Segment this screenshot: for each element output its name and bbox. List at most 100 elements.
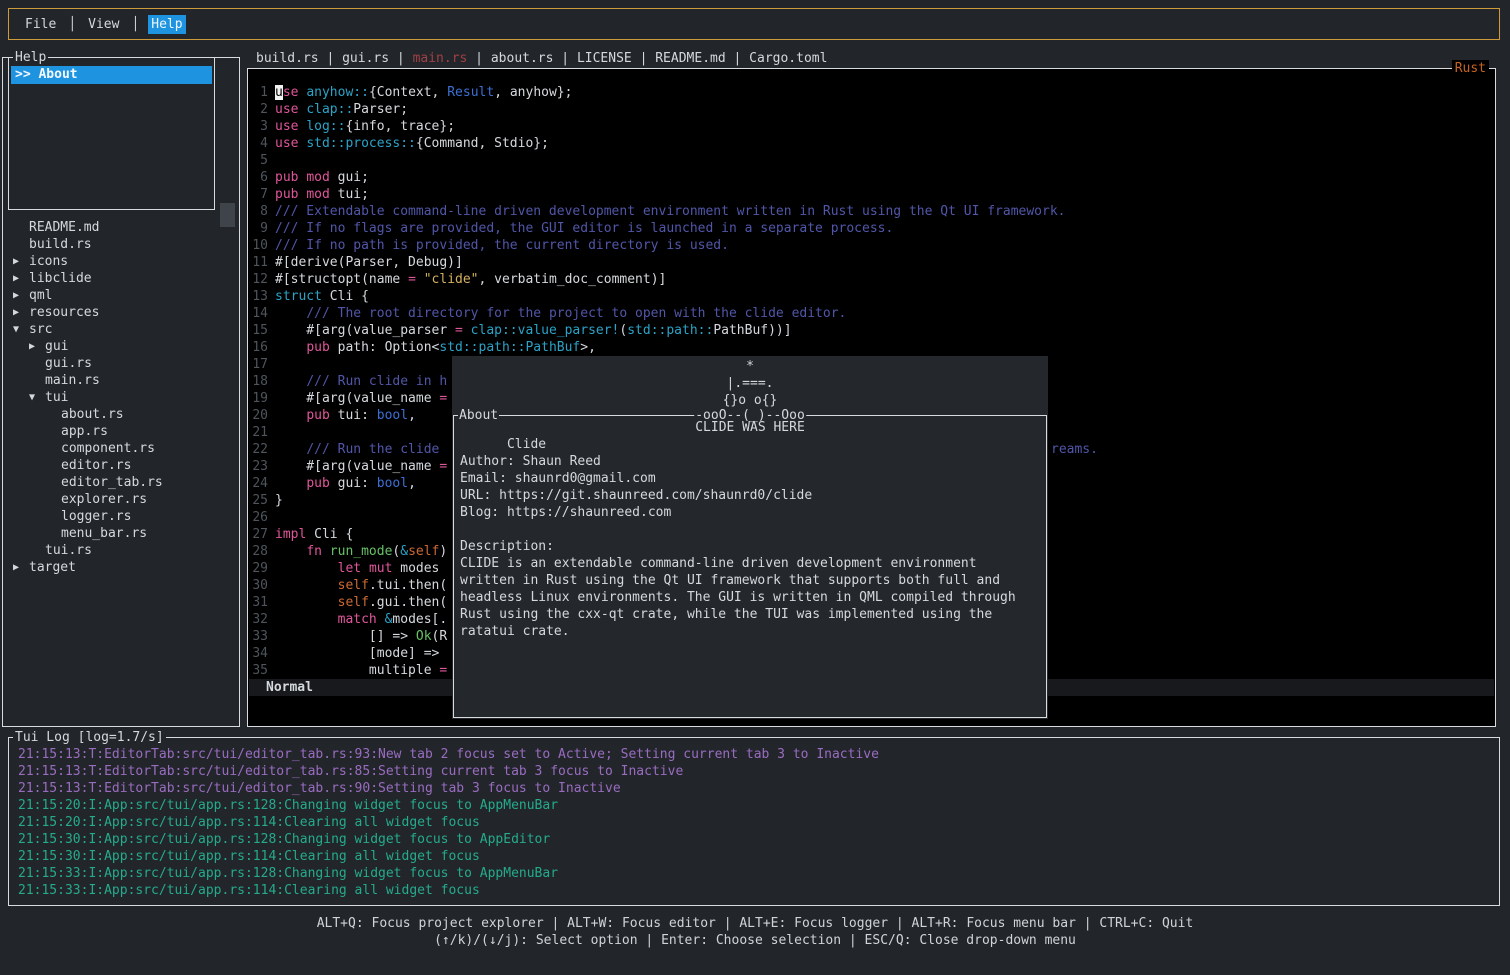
tree-item-editor-rs[interactable]: editor.rs (3, 457, 239, 474)
about-body-line: URL: https://git.shaunreed.com/shaunrd0/… (460, 487, 1046, 504)
log-entry: 21:15:13:T:EditorTab:src/tui/editor_tab.… (18, 763, 1499, 780)
log-entry: 21:15:13:T:EditorTab:src/tui/editor_tab.… (18, 780, 1499, 797)
tree-item-label: logger.rs (61, 509, 131, 524)
line-number: 21 (252, 424, 268, 441)
line-number: 7 (252, 186, 268, 203)
app-name: Clide (501, 437, 546, 452)
tab-cargo-toml[interactable]: Cargo.toml (749, 51, 827, 66)
chevron-collapsed-icon[interactable]: ▶ (13, 287, 29, 304)
tree-item-label: build.rs (29, 237, 92, 252)
code-line-2: 2use clap::Parser; (248, 101, 1495, 118)
menu-item-file[interactable]: File (22, 15, 59, 34)
code-line-7: 7pub mod tui; (248, 186, 1495, 203)
tree-item-target[interactable]: ▶target (3, 559, 239, 576)
log-entry: 21:15:33:I:App:src/tui/app.rs:128:Changi… (18, 865, 1499, 882)
tree-item-menu-bar-rs[interactable]: menu_bar.rs (3, 525, 239, 542)
tree-item-label: main.rs (45, 373, 100, 388)
line-number: 3 (252, 118, 268, 135)
tree-item-label: libclide (29, 271, 92, 286)
tree-item-app-rs[interactable]: app.rs (3, 423, 239, 440)
tree-item-explorer-rs[interactable]: explorer.rs (3, 491, 239, 508)
tree-indent (29, 355, 45, 372)
menu-item-help[interactable]: Help (148, 15, 185, 34)
chevron-collapsed-icon[interactable]: ▶ (29, 338, 45, 355)
line-number: 2 (252, 101, 268, 118)
about-body-line: Author: Shaun Reed (460, 453, 1046, 470)
tree-item-label: gui (45, 339, 68, 354)
tree-item-label: resources (29, 305, 99, 320)
log-entry: 21:15:30:I:App:src/tui/app.rs:128:Changi… (18, 831, 1499, 848)
tree-item-tui[interactable]: ▼tui (3, 389, 239, 406)
line-number: 4 (252, 135, 268, 152)
tab-readme-md[interactable]: README.md (655, 51, 725, 66)
code-line-11: 11#[derive(Parser, Debug)] (248, 254, 1495, 271)
code-line-10: 10/// If no path is provided, the curren… (248, 237, 1495, 254)
code-line-6: 6pub mod gui; (248, 169, 1495, 186)
explorer-scrollbar-thumb[interactable] (220, 203, 235, 227)
footer-shortcuts-line1: ALT+Q: Focus project explorer | ALT+W: F… (0, 915, 1510, 932)
line-number: 17 (252, 356, 268, 373)
tree-item-icons[interactable]: ▶icons (3, 253, 239, 270)
code-line-16: 16 pub path: Option<std::path::PathBuf>, (248, 339, 1495, 356)
tree-item-src[interactable]: ▼src (3, 321, 239, 338)
chevron-expanded-icon[interactable]: ▼ (29, 389, 45, 406)
tab-about-rs[interactable]: about.rs (491, 51, 554, 66)
tree-item-libclide[interactable]: ▶libclide (3, 270, 239, 287)
tree-item-logger-rs[interactable]: logger.rs (3, 508, 239, 525)
language-badge: Rust (1452, 60, 1489, 77)
tree-item-build-rs[interactable]: build.rs (3, 236, 239, 253)
help-menu-item-about[interactable]: >> About (11, 66, 212, 84)
log-entries: 21:15:13:T:EditorTab:src/tui/editor_tab.… (9, 746, 1499, 899)
tab-gui-rs[interactable]: gui.rs (342, 51, 389, 66)
about-body-line: written in Rust using the Qt UI framewor… (460, 572, 1046, 589)
code-line-12: 12#[structopt(name = "clide", verbatim_d… (248, 271, 1495, 288)
line-number: 13 (252, 288, 268, 305)
tab-separator: | (553, 51, 576, 66)
tab-license[interactable]: LICENSE (577, 51, 632, 66)
menu-separator: │ (68, 16, 76, 33)
chevron-collapsed-icon[interactable]: ▶ (13, 253, 29, 270)
about-body-line: ratatui crate. (460, 623, 1046, 640)
tree-item-tui-rs[interactable]: tui.rs (3, 542, 239, 559)
tab-separator: | (632, 51, 655, 66)
tree-item-component-rs[interactable]: component.rs (3, 440, 239, 457)
line-number: 31 (252, 594, 268, 611)
tree-item-label: menu_bar.rs (61, 526, 147, 541)
tree-item-about-rs[interactable]: about.rs (3, 406, 239, 423)
menu-separator: │ (131, 16, 139, 33)
about-dialog-box: About -ooO--(_)--Ooo Clide CLIDE WAS HER… (453, 415, 1047, 718)
line-number: 19 (252, 390, 268, 407)
menu-item-view[interactable]: View (85, 15, 122, 34)
tab-separator: | (389, 51, 412, 66)
tab-main-rs[interactable]: main.rs (413, 51, 468, 66)
tree-item-label: qml (29, 288, 52, 303)
tree-item-gui[interactable]: ▶gui (3, 338, 239, 355)
about-body: Author: Shaun ReedEmail: shaunrd0@gmail.… (454, 436, 1046, 640)
tab-build-rs[interactable]: build.rs (256, 51, 319, 66)
tree-item-gui-rs[interactable]: gui.rs (3, 355, 239, 372)
chevron-collapsed-icon[interactable]: ▶ (13, 304, 29, 321)
chevron-expanded-icon[interactable]: ▼ (13, 321, 29, 338)
log-panel-title: Tui Log [log=1.7/s] (13, 729, 166, 746)
tree-item-label: about.rs (61, 407, 124, 422)
tree-item-editor-tab-rs[interactable]: editor_tab.rs (3, 474, 239, 491)
tree-indent (45, 406, 61, 423)
line-number: 32 (252, 611, 268, 628)
tree-indent (45, 491, 61, 508)
tree-item-label: tui (45, 390, 68, 405)
tree-indent (29, 372, 45, 389)
line-number: 29 (252, 560, 268, 577)
tree-item-qml[interactable]: ▶qml (3, 287, 239, 304)
code-line-1: 1use anyhow::{Context, Result, anyhow}; (248, 84, 1495, 101)
about-dialog: * |.===. {}o o{} About -ooO--(_)--Ooo Cl… (452, 356, 1048, 719)
about-body-line: Email: shaunrd0@gmail.com (460, 470, 1046, 487)
tree-item-resources[interactable]: ▶resources (3, 304, 239, 321)
code-line-3: 3use log::{info, trace}; (248, 118, 1495, 135)
line-number: 26 (252, 509, 268, 526)
about-body-line: Description: (460, 538, 1046, 555)
tree-item-main-rs[interactable]: main.rs (3, 372, 239, 389)
chevron-collapsed-icon[interactable]: ▶ (13, 559, 29, 576)
line-number: 34 (252, 645, 268, 662)
tree-item-readme-md[interactable]: README.md (3, 219, 239, 236)
chevron-collapsed-icon[interactable]: ▶ (13, 270, 29, 287)
